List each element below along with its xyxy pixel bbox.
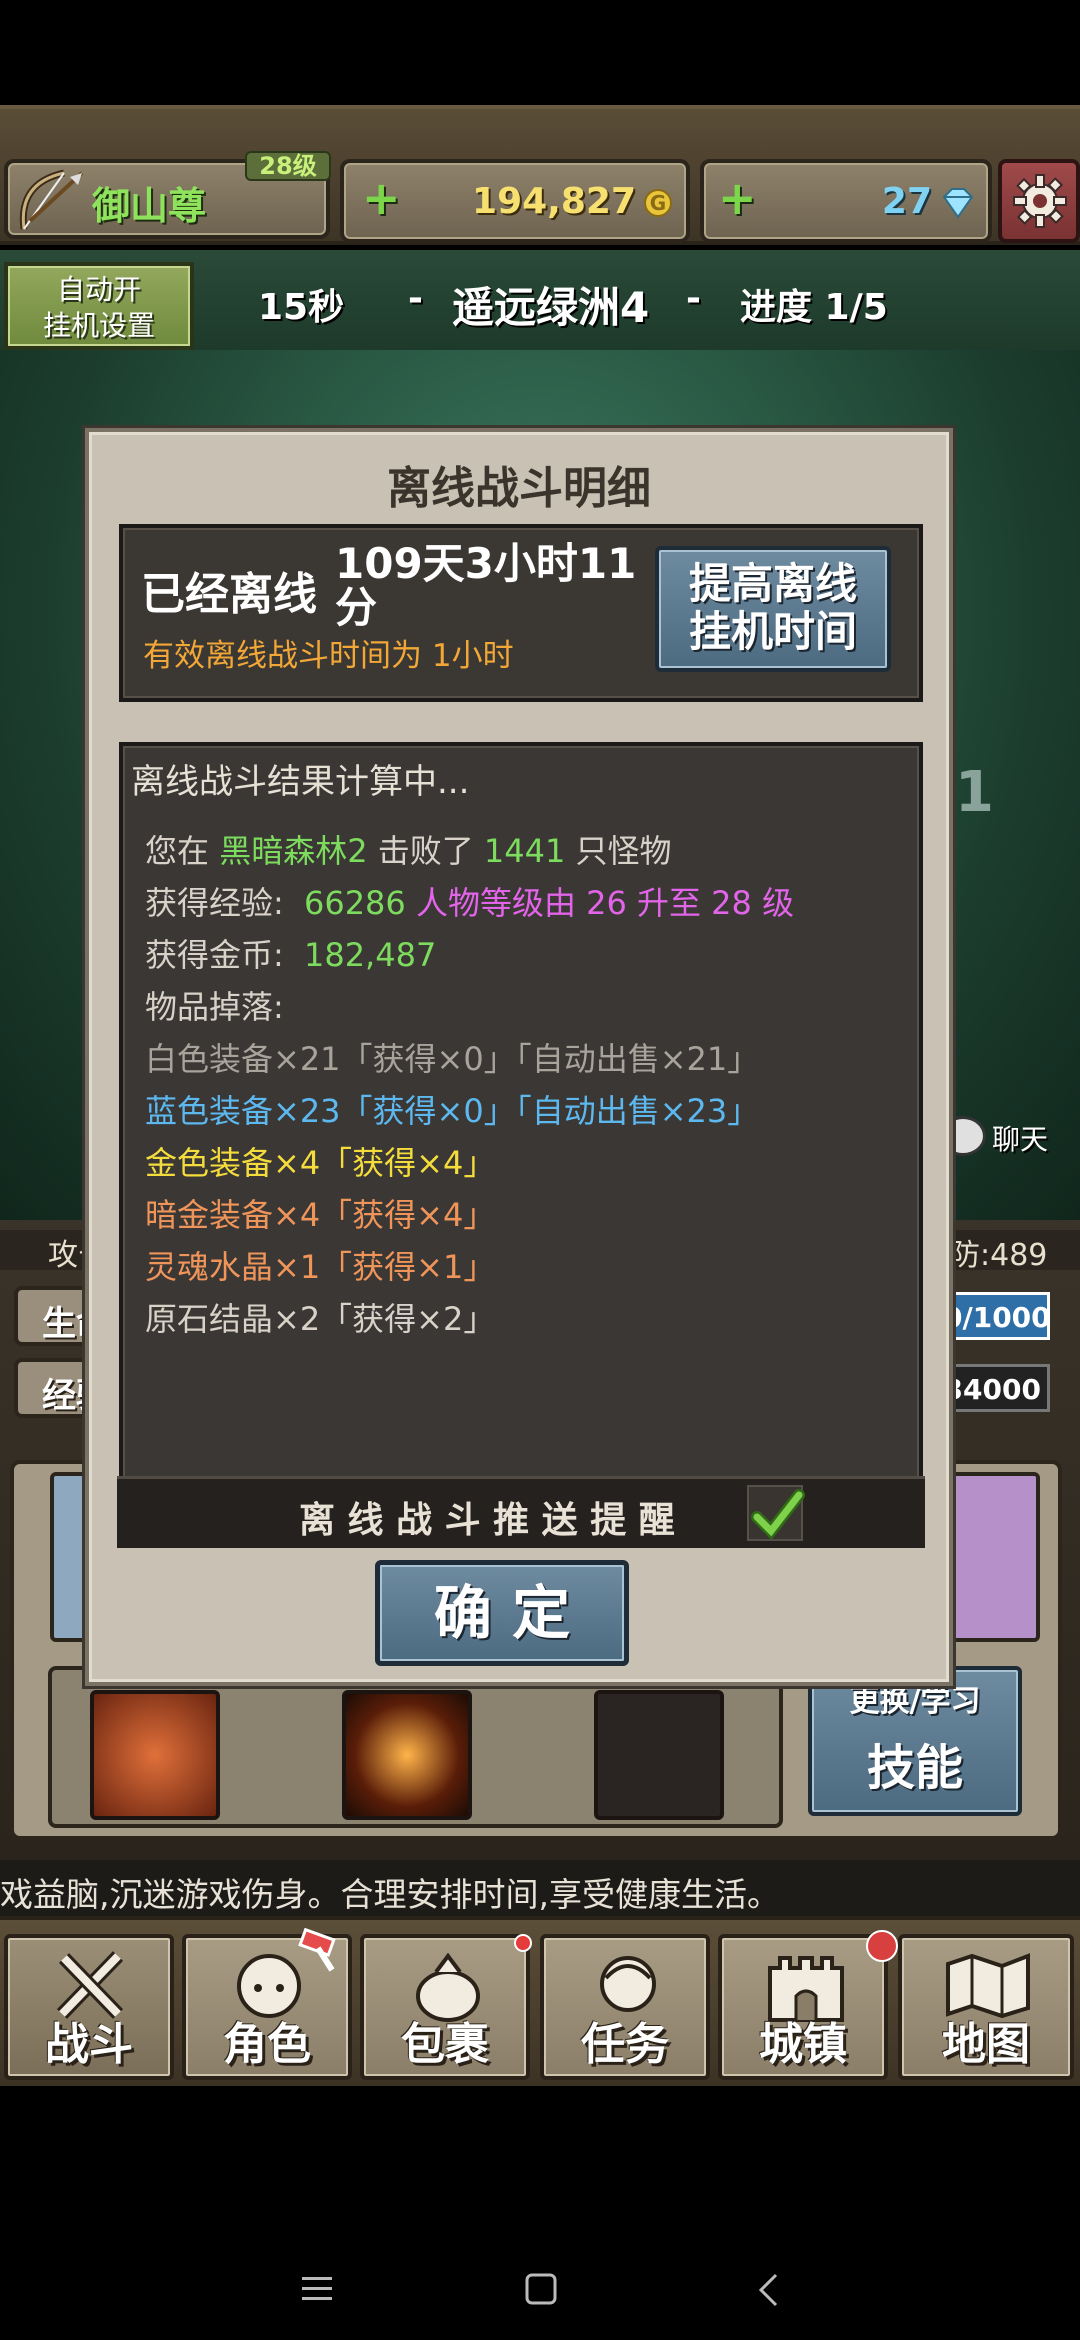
offline-time-box: 已经离线 109天3小时11 分 有效离线战斗时间为 1小时 提高离线 挂机时间: [119, 524, 923, 702]
effective-offline-time: 有效离线战斗时间为 1小时: [143, 638, 514, 674]
auto-btn-line2: 挂机设置: [42, 309, 155, 342]
health-tip-bar: 戏益脑,沉迷游戏伤身。合理安排时间,享受健康生活。: [0, 1860, 1080, 1916]
offline-duration: 109天3小时11 分: [335, 542, 636, 630]
town-new-badge-icon: [866, 1930, 898, 1962]
nav-map-label: 地图: [942, 2019, 1030, 2070]
offline-label: 已经离线: [141, 569, 317, 620]
nav-character-label: 角色: [223, 2019, 311, 2070]
offline-battle-dialog: 离线战斗明细 已经离线 109天3小时11 分 有效离线战斗时间为 1小时 提高…: [85, 428, 953, 1686]
separator-2: -: [686, 278, 701, 319]
gem-amount: 27: [881, 181, 932, 222]
push-reminder-label: 离 线 战 斗 推 送 提 醒: [299, 1500, 675, 1541]
separator-1: -: [408, 278, 423, 319]
push-reminder-checkbox[interactable]: [747, 1485, 805, 1541]
diamond-icon: [942, 188, 974, 219]
nav-town-label: 城镇: [759, 2019, 847, 2070]
settings-button[interactable]: [998, 159, 1080, 243]
back-icon[interactable]: [756, 2272, 780, 2308]
bag-notification-dot: [514, 1934, 532, 1952]
health-tip: 戏益脑,沉迷游戏伤身。合理安排时间,享受健康生活。: [0, 1875, 780, 1914]
add-gem-button[interactable]: +: [718, 171, 757, 225]
result-header: 离线战斗结果计算中...: [131, 762, 470, 802]
checkmark-icon: [751, 1489, 805, 1541]
skill-slot-chain[interactable]: [90, 1690, 220, 1820]
exp-bar: 34000: [940, 1364, 1050, 1412]
system-nav-bar: [0, 2086, 1080, 2340]
home-icon[interactable]: [524, 2272, 558, 2306]
drop-soul-crystal: 灵魂水晶×1「获得×1」: [145, 1248, 496, 1286]
drop-dark-gold: 暗金装备×4「获得×4」: [145, 1196, 496, 1234]
nav-quest[interactable]: 任务: [540, 1934, 710, 2080]
nav-quest-label: 任务: [581, 2019, 669, 2070]
dialog-title: 离线战斗明细: [387, 463, 651, 514]
confirm-button[interactable]: 确 定: [375, 1560, 629, 1666]
game-screen: 御山尊 28级 + 194,827 G + 27 自动开 挂机设置 15秒 - …: [0, 0, 1080, 2340]
chat-button[interactable]: 聊天: [940, 1112, 1080, 1168]
gold-gain: 获得金币: 182,487: [145, 936, 437, 974]
gold-panel: + 194,827 G: [340, 159, 690, 243]
boost-btn-line2: 挂机时间: [688, 607, 857, 656]
gold-amount: 194,827: [472, 181, 636, 222]
hp-bar: 0/1000: [940, 1292, 1051, 1340]
battle-result-box: 离线战斗结果计算中... 您在 黑暗森林2 击败了 1441 只怪物 获得经验:…: [117, 742, 925, 1548]
nav-character[interactable]: 角色: [182, 1928, 352, 2080]
stage-name: 遥远绿洲4: [452, 283, 650, 332]
chat-label: 聊天: [992, 1123, 1049, 1156]
nav-battle-label: 战斗: [45, 2019, 133, 2070]
nav-bag-label: 包裹: [401, 2019, 489, 2070]
menu-icon[interactable]: [300, 2274, 334, 2304]
kill-summary: 您在 黑暗森林2 击败了 1441 只怪物: [145, 832, 672, 870]
skill-slot-target[interactable]: [342, 1690, 472, 1820]
bottom-nav: 战斗 角色 包裹 任务 城镇 地图: [0, 1916, 1080, 2086]
offline-duration-line1: 109天3小时11: [335, 539, 637, 588]
change-skill-button[interactable]: 更换/学习 技能: [808, 1666, 1022, 1816]
top-bar: 御山尊 28级 + 194,827 G + 27: [0, 105, 1080, 245]
nav-map[interactable]: 地图: [898, 1934, 1074, 2080]
bow-icon: [19, 169, 84, 230]
drop-raw-crystal: 原石结晶×2「获得×2」: [145, 1300, 496, 1338]
drop-blue: 蓝色装备×23「获得×0」「自动出售×23」: [145, 1092, 760, 1130]
hammer-icon: [298, 1928, 336, 1972]
add-gold-button[interactable]: +: [362, 171, 401, 225]
nav-bag[interactable]: 包裹: [360, 1934, 532, 2080]
skill-slot-empty[interactable]: [594, 1690, 724, 1820]
boost-btn-line1: 提高离线: [688, 559, 857, 608]
auto-idle-settings-button[interactable]: 自动开 挂机设置: [4, 262, 194, 350]
boost-offline-time-button[interactable]: 提高离线 挂机时间: [655, 546, 891, 672]
stage-status-row: 自动开 挂机设置 15秒 - 遥远绿洲4 - 进度 1/5: [0, 250, 1080, 350]
exp-gain: 获得经验: 66286 人物等级由 26 升至 28 级: [145, 884, 795, 922]
drop-gold: 金色装备×4「获得×4」: [145, 1144, 496, 1182]
level-badge: 28级: [245, 151, 331, 181]
auto-btn-line1: 自动开: [56, 273, 141, 306]
push-reminder-row[interactable]: 离 线 战 斗 推 送 提 醒: [117, 1476, 925, 1548]
gold-coin-icon: G: [644, 189, 672, 217]
stage-timer: 15秒: [258, 287, 345, 328]
scene-digit: 1: [955, 760, 994, 825]
defense-stat: 防:489: [950, 1238, 1048, 1273]
gem-panel: + 27: [700, 159, 992, 243]
skill-btn-label: 技能: [866, 1740, 963, 1796]
drop-white: 白色装备×21「获得×0」「自动出售×21」: [145, 1040, 760, 1078]
gear-icon: [1013, 174, 1067, 228]
nav-town[interactable]: 城镇: [718, 1930, 898, 2080]
nav-battle[interactable]: 战斗: [4, 1934, 174, 2080]
stage-progress: 进度 1/5: [740, 287, 888, 328]
offline-duration-line2: 分: [335, 583, 378, 632]
drops-label: 物品掉落:: [145, 988, 284, 1026]
player-name: 御山尊: [92, 184, 207, 228]
